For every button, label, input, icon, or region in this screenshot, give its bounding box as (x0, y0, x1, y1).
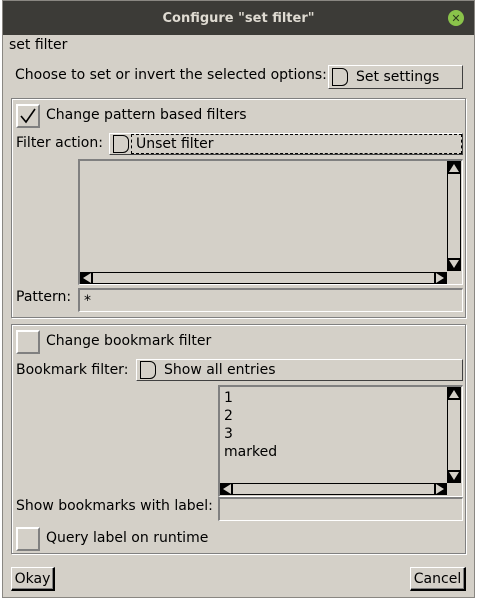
choose-label: Choose to set or invert the selected opt… (15, 67, 327, 83)
window-title: Configure "set filter" (162, 10, 315, 26)
pattern-checkbox-label: Change pattern based filters (46, 107, 247, 123)
list-item[interactable]: 1 (222, 389, 277, 407)
scroll-down-icon[interactable] (449, 472, 459, 480)
title-bar: Configure "set filter" ✕ (3, 1, 474, 35)
pattern-list[interactable] (78, 159, 463, 285)
bookmark-filter-option-menu[interactable]: Show all entries (136, 359, 463, 381)
option-menu-icon (113, 135, 129, 153)
scroll-right-icon[interactable] (436, 273, 444, 283)
bookmark-list-vscrollbar[interactable] (447, 387, 461, 483)
pattern-checkbox[interactable] (16, 104, 40, 128)
bookmark-label-input[interactable] (218, 497, 463, 521)
bookmark-filter-value: Show all entries (164, 362, 276, 378)
filter-action-value: Unset filter (131, 134, 462, 154)
query-label-checkbox[interactable] (16, 527, 40, 551)
close-icon[interactable]: ✕ (448, 10, 464, 26)
pattern-input[interactable]: * (78, 288, 463, 312)
bookmark-list[interactable]: 1 2 3 marked (218, 385, 463, 497)
bookmark-checkbox[interactable] (16, 330, 40, 354)
scroll-up-icon[interactable] (449, 164, 459, 172)
option-menu-icon (332, 68, 348, 86)
pattern-list-hscrollbar[interactable] (80, 272, 447, 284)
bookmark-checkbox-label: Change bookmark filter (46, 333, 212, 349)
list-item[interactable]: 3 (222, 425, 277, 443)
query-label-text: Query label on runtime (46, 530, 209, 546)
scroll-left-icon[interactable] (223, 484, 231, 494)
filter-action-option-menu[interactable]: Unset filter (109, 133, 463, 155)
settings-option-value: Set settings (356, 69, 440, 85)
filter-action-label: Filter action: (16, 135, 103, 151)
show-bookmarks-label: Show bookmarks with label: (16, 498, 213, 514)
checkmark-icon (20, 108, 36, 124)
bookmark-filter-label: Bookmark filter: (16, 362, 129, 378)
settings-option-menu[interactable]: Set settings (328, 65, 463, 89)
pattern-label: Pattern: (16, 289, 72, 305)
bookmark-list-hscrollbar[interactable] (220, 483, 447, 495)
cancel-button[interactable]: Cancel (410, 567, 466, 591)
option-menu-icon (140, 361, 156, 379)
scroll-left-icon[interactable] (83, 273, 91, 283)
scroll-right-icon[interactable] (436, 484, 444, 494)
configure-dialog: Configure "set filter" ✕ set filter Choo… (2, 0, 475, 598)
scroll-down-icon[interactable] (449, 260, 459, 268)
list-item[interactable]: 2 (222, 407, 277, 425)
okay-button[interactable]: Okay (11, 567, 55, 591)
scroll-up-icon[interactable] (449, 390, 459, 398)
pattern-list-vscrollbar[interactable] (447, 161, 461, 271)
dialog-heading: set filter (9, 37, 68, 53)
list-item[interactable]: marked (222, 443, 277, 461)
